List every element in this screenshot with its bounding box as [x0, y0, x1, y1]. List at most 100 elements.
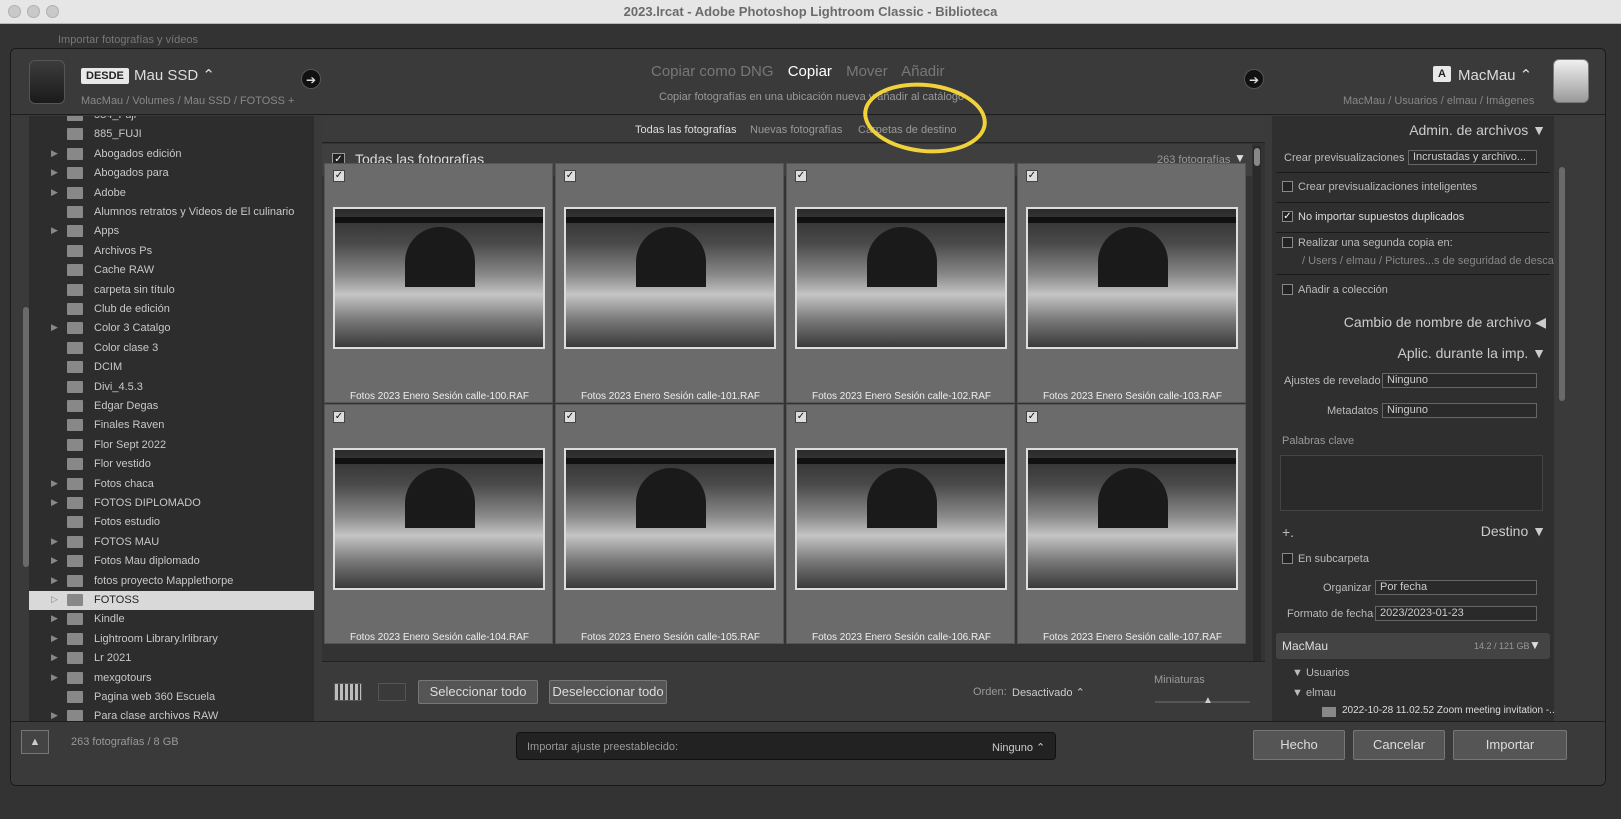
volume-header[interactable]: MacMau 14.2 / 121 GB ▼	[1276, 633, 1550, 659]
photo-checkbox[interactable]: ✓	[1026, 170, 1038, 182]
apply-during-import-header[interactable]: Aplic. durante la imp. ▼	[1398, 345, 1546, 361]
users-folder-row[interactable]: ▼ Usuarios	[1292, 667, 1349, 679]
preset-select[interactable]: Ninguno ⌃	[992, 741, 1045, 754]
folder-item[interactable]: Edgar Degas	[29, 397, 314, 416]
folder-item[interactable]: Club de edición	[29, 300, 314, 319]
disclosure-triangle-icon[interactable]: ▶	[51, 478, 58, 489]
photo-checkbox[interactable]: ✓	[333, 411, 345, 423]
grid-scrollbar[interactable]	[1253, 146, 1261, 706]
destination-selector[interactable]: MacMau ⌃	[1458, 66, 1532, 84]
folder-item[interactable]: Finales Raven	[29, 416, 314, 435]
folder-item[interactable]: carpeta sin título	[29, 281, 314, 300]
folder-item[interactable]: 884_Fuji	[29, 116, 314, 125]
destination-header[interactable]: Destino ▼	[1481, 523, 1546, 539]
photo-checkbox[interactable]: ✓	[795, 170, 807, 182]
folder-item[interactable]: 885_FUJI	[29, 125, 314, 144]
folder-item[interactable]: ▶ Abogados para	[29, 164, 314, 183]
folder-item[interactable]: ▶ mexgotours	[29, 669, 314, 688]
thumbnail-slider-handle[interactable]: ▲	[1203, 695, 1213, 706]
smart-previews-checkbox[interactable]	[1282, 181, 1293, 192]
folder-item[interactable]: Pagina web 360 Escuela	[29, 688, 314, 707]
user-folder-row[interactable]: ▼ elmau	[1292, 687, 1336, 699]
disclosure-triangle-icon[interactable]: ▶	[51, 225, 58, 236]
folder-item[interactable]: ▶ Color 3 Catalgo	[29, 319, 314, 338]
folder-item[interactable]: ▶ Apps	[29, 222, 314, 241]
photo-cell[interactable]: ✓ Fotos 2023 Enero Sesión calle-106.RAF	[786, 404, 1015, 644]
photo-cell[interactable]: ✓ Fotos 2023 Enero Sesión calle-100.RAF	[324, 163, 553, 403]
photo-thumbnail[interactable]	[795, 207, 1007, 349]
folder-item[interactable]: Cache RAW	[29, 261, 314, 280]
second-copy-checkbox[interactable]	[1282, 237, 1293, 248]
left-scrollbar[interactable]	[23, 307, 29, 567]
date-format-select[interactable]: 2023/2023-01-23	[1375, 606, 1537, 621]
grid-scroll-thumb[interactable]	[1254, 148, 1260, 166]
disclosure-triangle-icon[interactable]: ▶	[51, 633, 58, 644]
select-all-button[interactable]: Seleccionar todo	[418, 680, 538, 704]
develop-settings-select[interactable]: Ninguno	[1382, 373, 1537, 388]
mode-move[interactable]: Mover	[846, 63, 888, 80]
rename-header[interactable]: Cambio de nombre de archivo ◀	[1344, 314, 1546, 331]
folder-item[interactable]: Fotos estudio	[29, 513, 314, 532]
photo-thumbnail[interactable]	[333, 207, 545, 349]
folder-item[interactable]: ▶ Lightroom Library.lrlibrary	[29, 630, 314, 649]
folder-item[interactable]: Flor Sept 2022	[29, 436, 314, 455]
import-button[interactable]: Importar	[1453, 730, 1567, 760]
photo-checkbox[interactable]: ✓	[564, 170, 576, 182]
photo-thumbnail[interactable]	[795, 448, 1007, 590]
build-previews-select[interactable]: Incrustadas y archivo...	[1408, 150, 1537, 165]
add-collection-checkbox[interactable]	[1282, 284, 1293, 295]
folder-item[interactable]: Flor vestido	[29, 455, 314, 474]
folder-item[interactable]: ▶ Fotos chaca	[29, 475, 314, 494]
file-handling-header[interactable]: Admin. de archivos ▼	[1409, 122, 1546, 138]
metadata-select[interactable]: Ninguno	[1382, 403, 1537, 418]
disclosure-triangle-icon[interactable]: ▶	[51, 497, 58, 508]
photo-cell[interactable]: ✓ Fotos 2023 Enero Sesión calle-103.RAF	[1017, 163, 1246, 403]
second-copy-path[interactable]: / Users / elmau / Pictures...s de seguri…	[1302, 255, 1554, 267]
disclosure-triangle-icon[interactable]: ▶	[51, 710, 58, 721]
photo-thumbnail[interactable]	[564, 207, 776, 349]
disclosure-triangle-icon[interactable]: ▶	[51, 536, 58, 547]
photo-checkbox[interactable]: ✓	[1026, 411, 1038, 423]
folder-item[interactable]: ▶ Kindle	[29, 610, 314, 629]
folder-item[interactable]: ▶ FOTOS DIPLOMADO	[29, 494, 314, 513]
folder-item[interactable]: ▶ Para clase archivos RAW	[29, 707, 314, 721]
disclosure-triangle-icon[interactable]: ▶	[51, 187, 58, 198]
disclosure-triangle-icon[interactable]: ▶	[51, 575, 58, 586]
photo-checkbox[interactable]: ✓	[564, 411, 576, 423]
folder-item[interactable]: ▶ Adobe	[29, 184, 314, 203]
photo-checkbox[interactable]: ✓	[333, 170, 345, 182]
collapse-up-icon[interactable]: ▲	[21, 730, 49, 754]
mode-copy[interactable]: Copiar	[788, 63, 832, 80]
photo-thumbnail[interactable]	[1026, 448, 1238, 590]
disclosure-triangle-icon[interactable]: ▶	[51, 167, 58, 178]
keywords-field[interactable]	[1280, 455, 1543, 511]
disclosure-triangle-icon[interactable]: ▶	[51, 613, 58, 624]
add-destination-icon[interactable]: +.	[1282, 524, 1294, 540]
folder-item[interactable]: ▶ Lr 2021	[29, 649, 314, 668]
photo-thumbnail[interactable]	[333, 448, 545, 590]
disclosure-triangle-icon[interactable]: ▶	[51, 148, 58, 159]
folder-item[interactable]: Archivos Ps	[29, 242, 314, 261]
order-select[interactable]: Desactivado ⌃	[1012, 686, 1085, 699]
disclosure-triangle-icon[interactable]: ▶	[51, 322, 58, 333]
folder-item[interactable]: DCIM	[29, 358, 314, 377]
disclosure-triangle-icon[interactable]: ▶	[51, 652, 58, 663]
disclosure-triangle-icon[interactable]: ▶	[51, 555, 58, 566]
organize-select[interactable]: Por fecha	[1375, 580, 1537, 595]
tab-all-photos[interactable]: Todas las fotografías	[635, 124, 737, 136]
folder-item[interactable]: ▶ FOTOS MAU	[29, 533, 314, 552]
folder-item[interactable]: Color clase 3	[29, 339, 314, 358]
photo-cell[interactable]: ✓ Fotos 2023 Enero Sesión calle-102.RAF	[786, 163, 1015, 403]
folder-item[interactable]: ▷ FOTOSS	[29, 591, 314, 610]
folder-item[interactable]: ▶ Fotos Mau diplomado	[29, 552, 314, 571]
grid-view-icon[interactable]	[334, 683, 362, 701]
folder-item[interactable]: Divi_4.5.3	[29, 378, 314, 397]
mode-copy-dng[interactable]: Copiar como DNG	[651, 63, 774, 80]
folder-item[interactable]: ▶ Abogados edición	[29, 145, 314, 164]
photo-checkbox[interactable]: ✓	[795, 411, 807, 423]
photo-thumbnail[interactable]	[564, 448, 776, 590]
done-button[interactable]: Hecho	[1253, 730, 1345, 760]
disclosure-triangle-icon[interactable]: ▷	[51, 594, 58, 605]
source-selector[interactable]: Mau SSD ⌃	[134, 66, 215, 84]
mode-add[interactable]: Añadir	[901, 63, 944, 80]
